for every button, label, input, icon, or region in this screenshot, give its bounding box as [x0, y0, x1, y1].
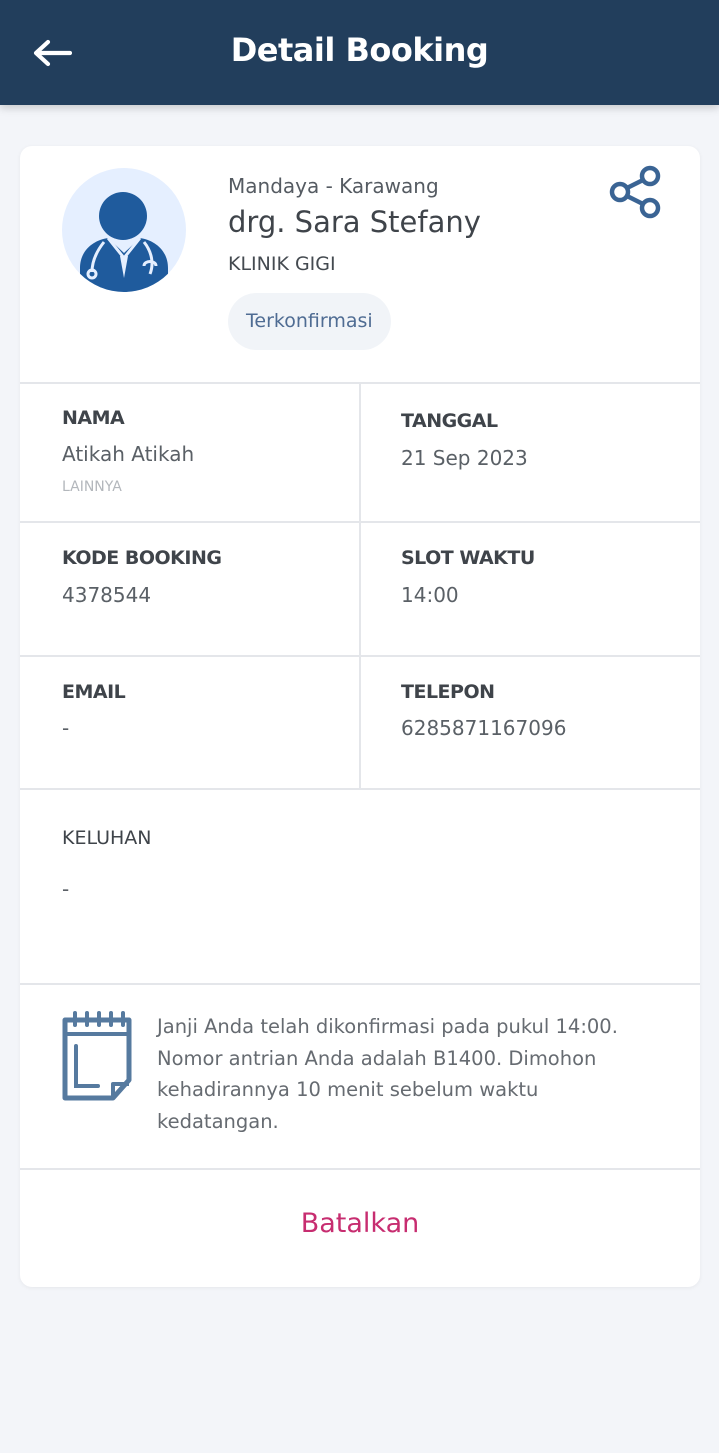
keluhan-value: - [62, 877, 70, 901]
slot-waktu-value: 14:00 [401, 583, 459, 607]
doctor-specialty: KLINIK GIGI [228, 253, 336, 275]
page-title: Detail Booking [230, 31, 489, 69]
divider [20, 1168, 700, 1170]
keluhan-label: KELUHAN [62, 827, 152, 849]
kode-booking-value: 4378544 [62, 583, 152, 607]
slot-waktu-label: SLOT WAKTU [401, 547, 535, 569]
confirmation-message: Janji Anda telah dikonfirmasi pada pukul… [157, 1015, 618, 1133]
share-icon [609, 165, 661, 219]
booking-card: Mandaya - Karawang drg. Sara Stefany KLI… [20, 146, 700, 1287]
telepon-label: TELEPON [401, 681, 495, 703]
clinic-location: Mandaya - Karawang [228, 174, 439, 198]
kode-booking-label: KODE BOOKING [62, 547, 222, 569]
divider [359, 384, 361, 522]
email-value: - [62, 716, 70, 740]
tanggal-value: 21 Sep 2023 [401, 446, 528, 470]
nama-value: Atikah Atikah [62, 442, 195, 466]
divider [359, 523, 361, 655]
divider [20, 788, 700, 790]
nama-relation: LAINNYA [62, 479, 122, 495]
divider [359, 657, 361, 789]
doctor-name: drg. Sara Stefany [228, 205, 481, 239]
app-bar: Detail Booking [0, 0, 719, 105]
doctor-avatar-icon [80, 192, 168, 292]
email-label: EMAIL [62, 681, 126, 703]
calendar-icon [60, 1010, 136, 1104]
doctor-avatar [62, 168, 186, 292]
nama-label: NAMA [62, 407, 125, 429]
share-button[interactable] [604, 162, 664, 222]
divider [20, 983, 700, 985]
cancel-booking-button[interactable]: Batalkan [20, 1171, 700, 1287]
telepon-value: 6285871167096 [401, 716, 567, 740]
status-badge: Terkonfirmasi [228, 293, 391, 350]
tanggal-label: TANGGAL [401, 410, 498, 432]
